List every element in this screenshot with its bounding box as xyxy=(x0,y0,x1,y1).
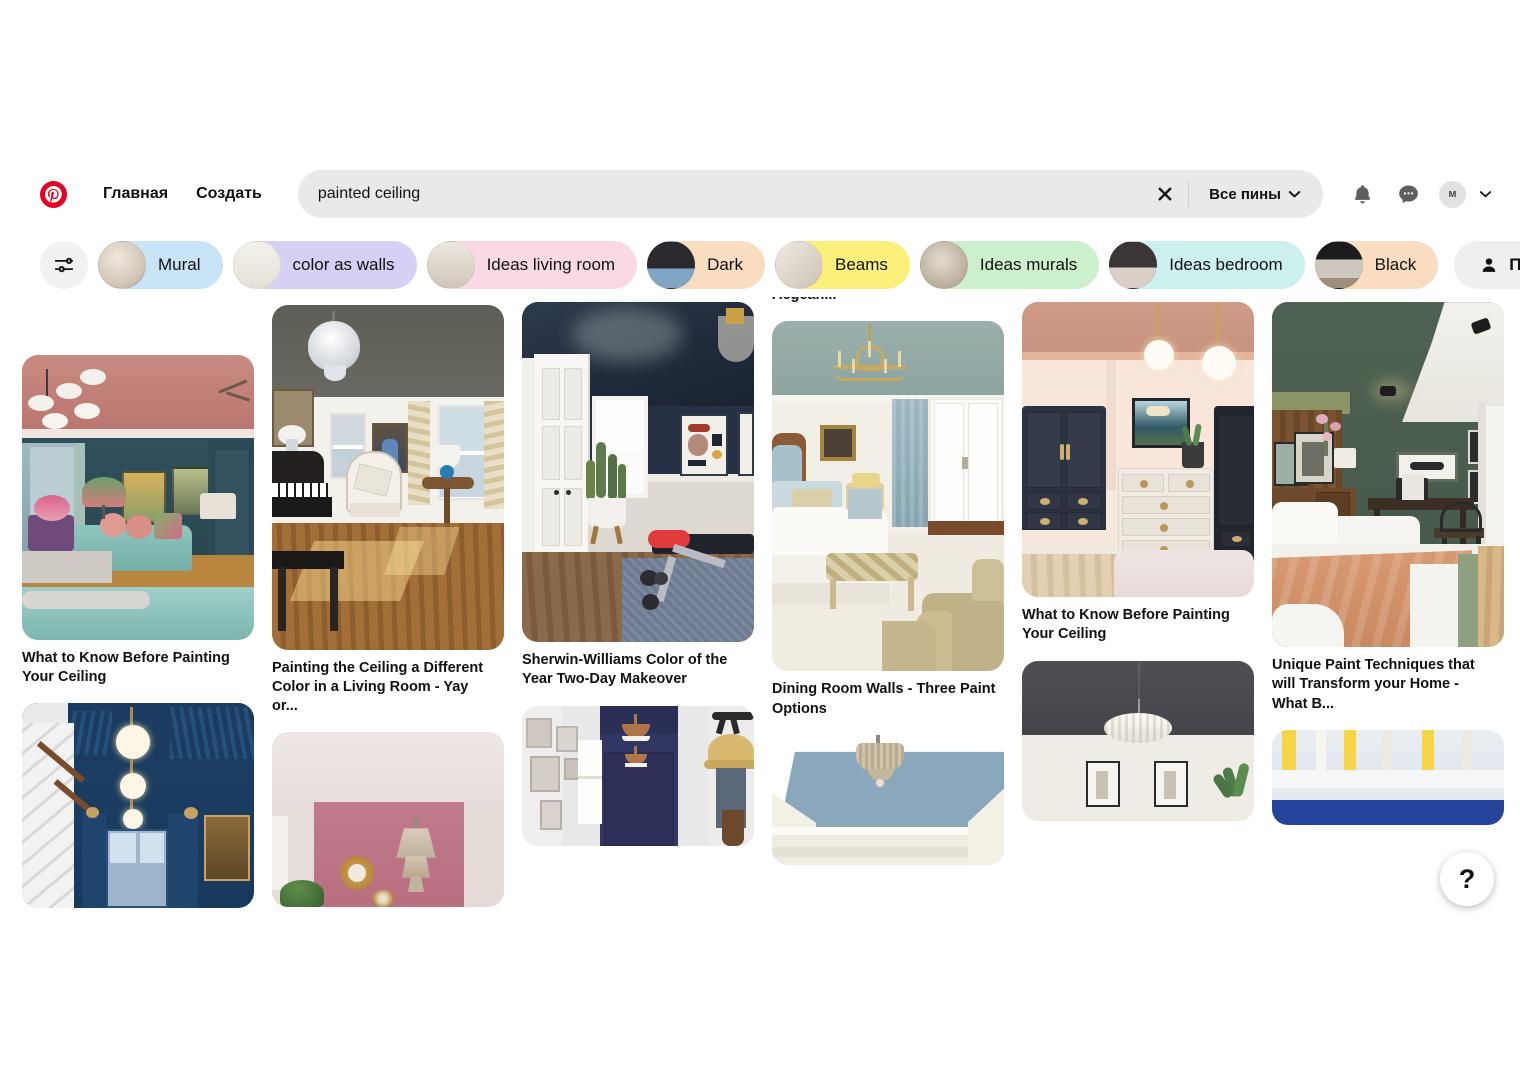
screenshot-root: Главная Создать Все пины xyxy=(0,0,1520,1074)
pin-card[interactable]: Dining Room Walls - Three Paint Options xyxy=(772,321,1004,718)
pin-column: What to Know Before Painting Your Ceilin… xyxy=(22,355,254,920)
pin-image[interactable] xyxy=(522,302,754,643)
pin-card[interactable]: Sherwin-Williams Color of the Year Two-D… xyxy=(522,302,754,689)
chevron-down-icon xyxy=(1288,191,1301,198)
pin-card[interactable] xyxy=(1022,660,1254,821)
pin-card[interactable] xyxy=(522,705,754,846)
chip-label: Ideas bedroom xyxy=(1169,255,1283,274)
pinterest-app: Главная Создать Все пины xyxy=(0,155,1520,920)
pin-image[interactable] xyxy=(272,732,504,908)
pin-column: you ever needed to know about... xyxy=(1272,297,1504,841)
close-icon[interactable] xyxy=(1148,177,1182,211)
filter-chip-black[interactable]: Black xyxy=(1314,241,1439,289)
pin-caption[interactable]: Townhouse Interior Design Ideas with Ben… xyxy=(772,297,1004,305)
chip-label: Ideas living room xyxy=(486,255,616,274)
filter-chip-ideas-bedroom[interactable]: Ideas bedroom xyxy=(1109,241,1305,289)
pin-caption[interactable]: Painting the Ceiling a Different Color i… xyxy=(272,659,504,716)
filter-chip-ideas-murals[interactable]: Ideas murals xyxy=(919,241,1100,289)
tune-sliders-icon[interactable] xyxy=(40,241,88,289)
app-header: Главная Создать Все пины xyxy=(0,155,1520,233)
pin-image[interactable] xyxy=(1022,660,1254,821)
pin-image[interactable] xyxy=(272,305,504,650)
filter-chip-color-as-walls[interactable]: color as walls xyxy=(232,241,417,289)
pin-column: These Sophisticated Bedrooms Will Convin… xyxy=(1022,297,1254,837)
pin-card[interactable]: What to Know Before Painting Your Ceilin… xyxy=(1022,302,1254,644)
pin-caption[interactable]: Dining Room Walls - Three Paint Options xyxy=(772,680,1004,718)
filter-chip-mural[interactable]: Mural xyxy=(98,241,223,289)
pin-caption[interactable]: What to Know Before Painting Your Ceilin… xyxy=(1022,606,1254,644)
chip-label: Mural xyxy=(158,255,201,274)
chip-thumbnail xyxy=(98,241,146,289)
pin-column: Painting the Ceiling a Different Color i… xyxy=(272,305,504,920)
pin-image[interactable] xyxy=(1272,302,1504,648)
pin-card[interactable]: What to Know Before Painting Your Ceilin… xyxy=(22,355,254,687)
chip-label: Dark xyxy=(707,255,743,274)
pin-image[interactable] xyxy=(772,734,1004,865)
search-input[interactable] xyxy=(317,185,1149,203)
pin-card[interactable]: Townhouse Interior Design Ideas with Ben… xyxy=(772,297,1004,305)
pin-caption[interactable]: What to Know Before Painting Your Ceilin… xyxy=(22,649,254,687)
pin-image[interactable] xyxy=(22,355,254,640)
chip-label: Black xyxy=(1374,255,1417,274)
pin-grid: What to Know Before Painting Your Ceilin… xyxy=(0,297,1520,920)
nav-home[interactable]: Главная xyxy=(89,175,183,213)
profiles-button[interactable]: Профили xyxy=(1454,241,1520,289)
nav-create[interactable]: Создать xyxy=(182,175,276,213)
chip-thumbnail xyxy=(1314,241,1363,289)
person-icon xyxy=(1482,258,1496,272)
pin-image[interactable] xyxy=(22,703,254,909)
chip-thumbnail xyxy=(232,241,281,289)
pin-card[interactable] xyxy=(272,732,504,908)
bell-icon[interactable] xyxy=(1341,173,1383,215)
chip-label: Beams xyxy=(834,255,888,274)
pin-image[interactable] xyxy=(1022,302,1254,598)
search-bar[interactable]: Все пины xyxy=(297,170,1323,218)
pinterest-logo-icon[interactable] xyxy=(40,180,67,208)
chip-thumbnail xyxy=(774,241,823,289)
pin-card[interactable] xyxy=(22,703,254,909)
filter-chip-ideas-living-room[interactable]: Ideas living room xyxy=(426,241,638,289)
chat-icon[interactable] xyxy=(1387,173,1429,215)
search-divider xyxy=(1188,181,1190,207)
chip-thumbnail xyxy=(919,241,968,289)
pin-column: Townhouse Interior Design Ideas with Ben… xyxy=(772,297,1004,881)
pin-caption[interactable]: Unique Paint Techniques that will Transf… xyxy=(1272,656,1504,713)
pin-card[interactable] xyxy=(772,734,1004,865)
pin-card[interactable] xyxy=(1272,729,1504,825)
chip-label: Ideas murals xyxy=(979,255,1078,274)
pin-card[interactable]: Unique Paint Techniques that will Transf… xyxy=(1272,302,1504,713)
chip-thumbnail xyxy=(1109,241,1158,289)
filter-chip-dark[interactable]: Dark xyxy=(647,241,765,289)
pin-card[interactable]: Painting the Ceiling a Different Color i… xyxy=(272,305,504,716)
chip-label: color as walls xyxy=(292,255,395,274)
pin-image[interactable] xyxy=(772,321,1004,672)
account-menu-chevron-down-icon[interactable] xyxy=(1472,181,1498,207)
chip-thumbnail xyxy=(426,241,475,289)
pin-column: Jazz Up Your Room with a Painted Ceiling xyxy=(522,297,754,862)
chip-thumbnail xyxy=(647,241,696,289)
avatar[interactable]: м xyxy=(1439,180,1466,208)
filter-chip-beams[interactable]: Beams xyxy=(774,241,910,289)
scope-filter-dropdown[interactable]: Все пины xyxy=(1195,178,1315,211)
profiles-label: Профили xyxy=(1509,255,1520,274)
filter-chip-row: Mural color as walls Ideas living room D… xyxy=(0,233,1520,297)
scope-filter-label: Все пины xyxy=(1209,185,1281,203)
pin-image[interactable] xyxy=(1272,729,1504,825)
pin-caption[interactable]: Sherwin-Williams Color of the Year Two-D… xyxy=(522,651,754,689)
pin-image[interactable] xyxy=(522,705,754,846)
help-button[interactable]: ? xyxy=(1440,852,1494,906)
